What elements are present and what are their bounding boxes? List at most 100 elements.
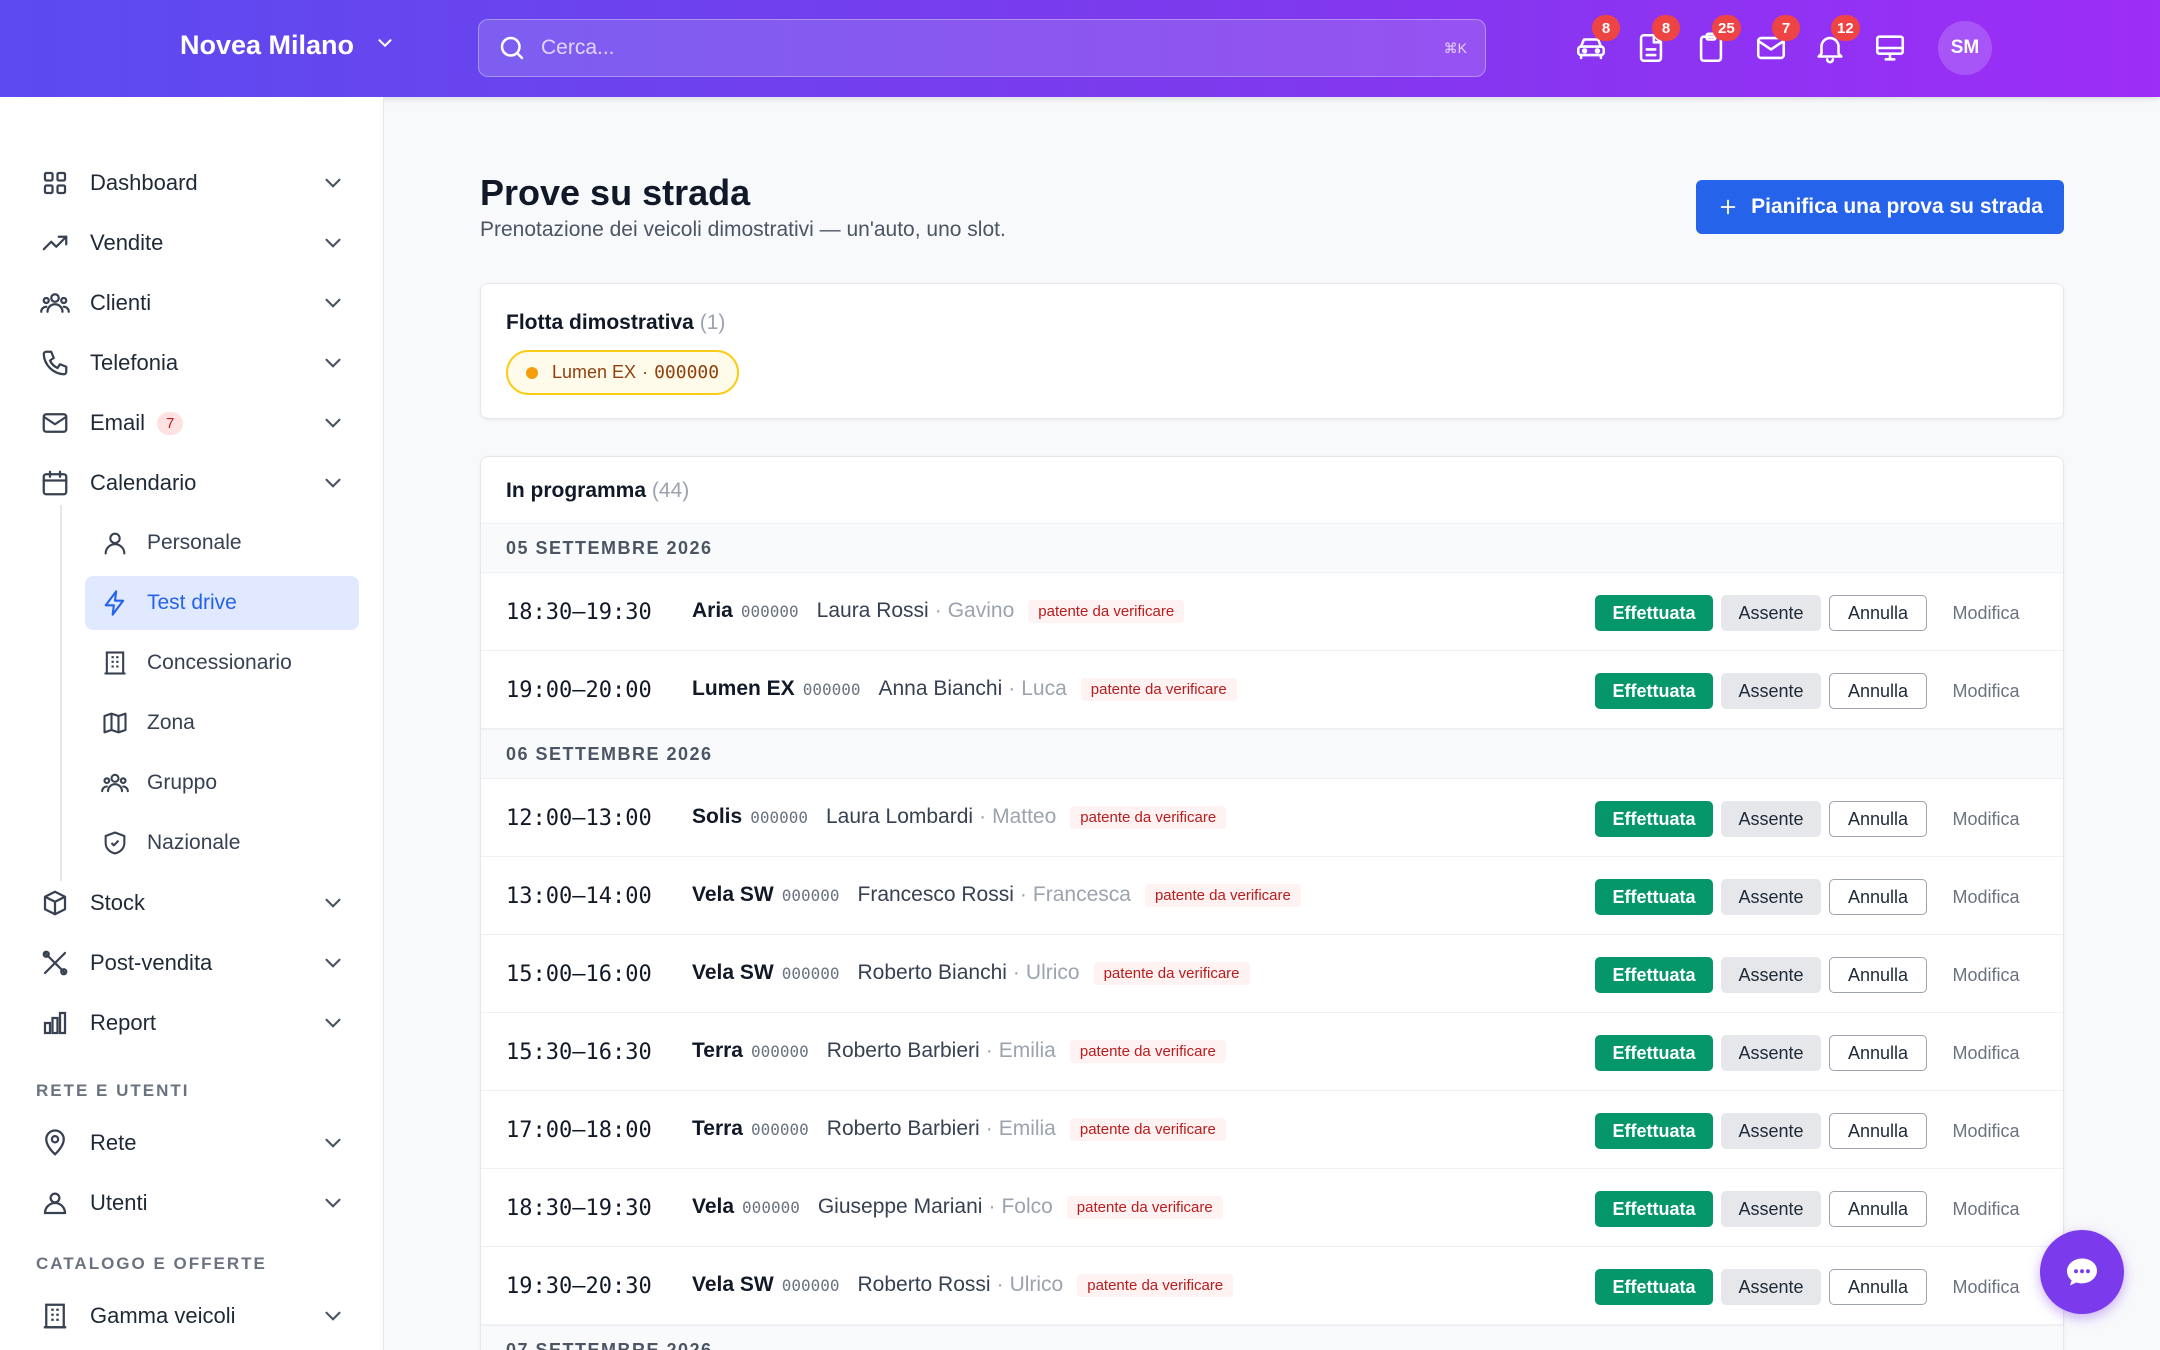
mark-absent-button[interactable]: Assente bbox=[1721, 879, 1821, 915]
edit-button[interactable]: Modifica bbox=[1943, 1113, 2029, 1149]
chevron-down-icon[interactable] bbox=[320, 1190, 346, 1216]
chevron-down-icon[interactable] bbox=[320, 170, 346, 196]
customer-name[interactable]: Laura Lombardi bbox=[826, 805, 973, 829]
bell-icon[interactable]: 12 bbox=[1813, 15, 1860, 65]
edit-button[interactable]: Modifica bbox=[1943, 595, 2029, 631]
clipboard-icon[interactable]: 25 bbox=[1694, 15, 1741, 65]
mark-done-button[interactable]: Effettuata bbox=[1595, 957, 1713, 993]
sidebar-item-gamma-veicoli[interactable]: Gamma veicoli bbox=[40, 1289, 360, 1343]
monitor-icon[interactable] bbox=[1873, 31, 1907, 65]
search-input[interactable] bbox=[541, 36, 1444, 60]
edit-button[interactable]: Modifica bbox=[1943, 1191, 2029, 1227]
sidebar-item-clienti[interactable]: Clienti bbox=[40, 276, 360, 330]
mark-done-button[interactable]: Effettuata bbox=[1595, 673, 1713, 709]
brand-switcher[interactable]: Novea Milano bbox=[180, 30, 396, 61]
chevron-down-icon[interactable] bbox=[320, 1130, 346, 1156]
customer-name[interactable]: Laura Rossi bbox=[817, 599, 929, 623]
chevron-down-icon[interactable] bbox=[320, 290, 346, 316]
sidebar-item-post-vendita[interactable]: Post-vendita bbox=[40, 936, 360, 990]
edit-button[interactable]: Modifica bbox=[1943, 879, 2029, 915]
section-label-network: RETE E UTENTI bbox=[36, 1081, 190, 1100]
cancel-button[interactable]: Annulla bbox=[1829, 957, 1927, 993]
sidebar-item-dashboard[interactable]: Dashboard bbox=[40, 156, 360, 210]
customer-name[interactable]: Roberto Barbieri bbox=[827, 1039, 980, 1063]
mark-done-button[interactable]: Effettuata bbox=[1595, 1269, 1713, 1305]
mark-absent-button[interactable]: Assente bbox=[1721, 1269, 1821, 1305]
chevron-down-icon[interactable] bbox=[320, 1303, 346, 1329]
cancel-button[interactable]: Annulla bbox=[1829, 1269, 1927, 1305]
mark-absent-button[interactable]: Assente bbox=[1721, 1035, 1821, 1071]
cancel-button[interactable]: Annulla bbox=[1829, 879, 1927, 915]
mark-absent-button[interactable]: Assente bbox=[1721, 673, 1821, 709]
mark-done-button[interactable]: Effettuata bbox=[1595, 879, 1713, 915]
fleet-chip-plate: 000000 bbox=[654, 362, 720, 383]
sidebar-item-calendario[interactable]: Calendario bbox=[40, 456, 360, 510]
chevron-down-icon[interactable] bbox=[320, 470, 346, 496]
subitem-label: Gruppo bbox=[147, 771, 218, 794]
cancel-button[interactable]: Annulla bbox=[1829, 673, 1927, 709]
license-warning-badge: patente da verificare bbox=[1093, 961, 1250, 985]
avatar[interactable]: SM bbox=[1938, 21, 1992, 75]
sidebar-item-telefonia[interactable]: Telefonia bbox=[40, 336, 360, 390]
edit-button[interactable]: Modifica bbox=[1943, 1269, 2029, 1305]
mark-absent-button[interactable]: Assente bbox=[1721, 1113, 1821, 1149]
sidebar-item-email[interactable]: Email 7 bbox=[40, 396, 360, 450]
mark-done-button[interactable]: Effettuata bbox=[1595, 1113, 1713, 1149]
customer-name[interactable]: Roberto Bianchi bbox=[858, 961, 1007, 985]
sidebar-item-label: Report bbox=[90, 1010, 157, 1035]
customer-name[interactable]: Roberto Rossi bbox=[858, 1273, 991, 1297]
sidebar-subitem-zona[interactable]: Zona bbox=[85, 696, 359, 750]
mark-absent-button[interactable]: Assente bbox=[1721, 801, 1821, 837]
sidebar-item-label: Vendite bbox=[90, 230, 164, 255]
car-icon[interactable]: 8 bbox=[1574, 15, 1620, 65]
customer-name[interactable]: Anna Bianchi bbox=[878, 677, 1002, 701]
sidebar-item-label: Rete bbox=[90, 1130, 137, 1155]
chevron-down-icon[interactable] bbox=[320, 890, 346, 916]
vehicle-model: Terra bbox=[692, 1117, 743, 1140]
sidebar-subitem-test-drive[interactable]: Test drive bbox=[85, 576, 359, 630]
sidebar-item-utenti[interactable]: Utenti bbox=[40, 1176, 360, 1230]
customer-name[interactable]: Giuseppe Mariani bbox=[818, 1195, 983, 1219]
sidebar-item-vendite[interactable]: Vendite bbox=[40, 216, 360, 270]
sidebar-subitem-concessionario[interactable]: Concessionario bbox=[85, 636, 359, 690]
chevron-down-icon[interactable] bbox=[320, 410, 346, 436]
sidebar-item-rete[interactable]: Rete bbox=[40, 1116, 360, 1170]
edit-button[interactable]: Modifica bbox=[1943, 801, 2029, 837]
sidebar-subitem-gruppo[interactable]: Gruppo bbox=[85, 756, 359, 810]
chevron-down-icon[interactable] bbox=[320, 230, 346, 256]
cancel-button[interactable]: Annulla bbox=[1829, 1035, 1927, 1071]
mark-absent-button[interactable]: Assente bbox=[1721, 595, 1821, 631]
cancel-button[interactable]: Annulla bbox=[1829, 801, 1927, 837]
time-slot: 19:30–20:30 bbox=[506, 1274, 652, 1299]
sidebar-item-stock[interactable]: Stock bbox=[40, 876, 360, 930]
chevron-down-icon[interactable] bbox=[320, 350, 346, 376]
mark-done-button[interactable]: Effettuata bbox=[1595, 801, 1713, 837]
mark-absent-button[interactable]: Assente bbox=[1721, 1191, 1821, 1227]
fleet-vehicle-chip[interactable]: Lumen EX · 000000 bbox=[506, 350, 740, 395]
cancel-button[interactable]: Annulla bbox=[1829, 595, 1927, 631]
cancel-button[interactable]: Annulla bbox=[1829, 1191, 1927, 1227]
plan-test-drive-button[interactable]: Pianifica una prova su strada bbox=[1696, 180, 2064, 234]
document-icon[interactable]: 8 bbox=[1634, 15, 1680, 65]
sidebar-subitem-nazionale[interactable]: Nazionale bbox=[85, 816, 359, 870]
chevron-down-icon[interactable] bbox=[320, 950, 346, 976]
chat-button[interactable] bbox=[2040, 1230, 2124, 1314]
chevron-down-icon[interactable] bbox=[320, 1010, 346, 1036]
mark-done-button[interactable]: Effettuata bbox=[1595, 595, 1713, 631]
shield-icon bbox=[101, 829, 129, 857]
edit-button[interactable]: Modifica bbox=[1943, 1035, 2029, 1071]
mark-absent-button[interactable]: Assente bbox=[1721, 957, 1821, 993]
sidebar-subitem-personale[interactable]: Personale bbox=[85, 516, 359, 570]
date-header: 05 SETTEMBRE 2026 bbox=[481, 523, 2063, 573]
customer-name[interactable]: Roberto Barbieri bbox=[827, 1117, 980, 1141]
cancel-button[interactable]: Annulla bbox=[1829, 1113, 1927, 1149]
mail-icon[interactable]: 7 bbox=[1754, 15, 1800, 65]
edit-button[interactable]: Modifica bbox=[1943, 957, 2029, 993]
sidebar-item-report[interactable]: Report bbox=[40, 996, 360, 1050]
mark-done-button[interactable]: Effettuata bbox=[1595, 1191, 1713, 1227]
mark-done-button[interactable]: Effettuata bbox=[1595, 1035, 1713, 1071]
license-warning-badge: patente da verificare bbox=[1144, 883, 1301, 907]
edit-button[interactable]: Modifica bbox=[1943, 673, 2029, 709]
search-bar[interactable]: ⌘K bbox=[478, 19, 1486, 77]
customer-name[interactable]: Francesco Rossi bbox=[858, 883, 1014, 907]
